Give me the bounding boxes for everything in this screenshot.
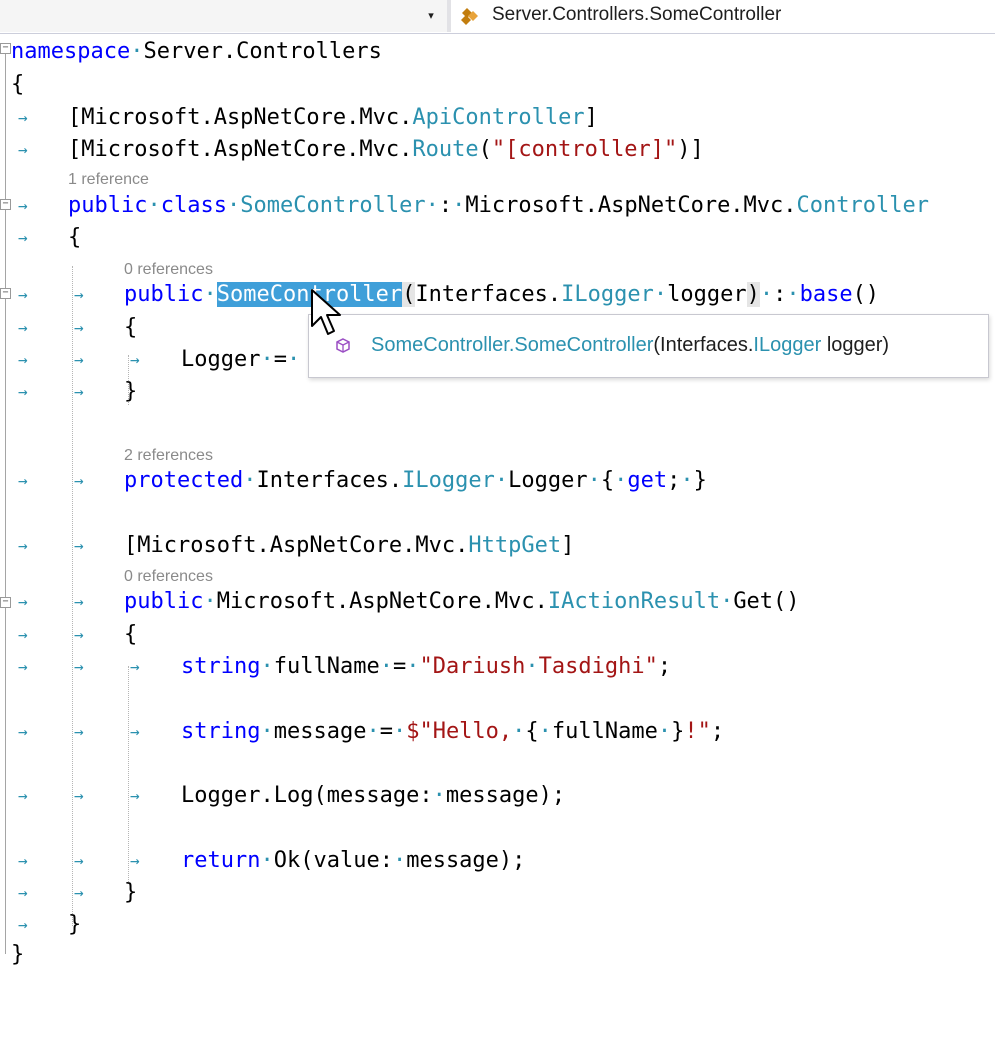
- code-line[interactable]: → → → Logger.Log(message:·message);: [0, 780, 565, 812]
- codelens-references[interactable]: 2 references: [124, 446, 213, 466]
- code-line[interactable]: → → public·Microsoft.AspNetCore.Mvc.IActi…: [0, 586, 800, 618]
- type-path-label[interactable]: Server.Controllers.SomeController: [492, 4, 781, 26]
- code-line[interactable]: → → → return·Ok(value:·message);: [0, 845, 525, 877]
- code-line[interactable]: {: [0, 69, 53, 101]
- code-line[interactable]: }: [0, 939, 53, 971]
- quick-info-tooltip[interactable]: SomeController.SomeController(Interfaces…: [308, 314, 989, 378]
- navigation-bar: ▾ Server.Controllers.SomeController: [0, 0, 995, 34]
- code-editor[interactable]: − − − − namespace·Server.Controllers { →…: [0, 34, 995, 972]
- code-line[interactable]: → → → Logger·=·: [0, 344, 300, 376]
- code-line[interactable]: → → [Microsoft.AspNetCore.Mvc.HttpGet]: [0, 530, 574, 562]
- class-icon: [461, 8, 478, 25]
- code-line[interactable]: → → {: [0, 619, 137, 651]
- code-line[interactable]: → {: [0, 222, 81, 254]
- code-line[interactable]: → → }: [0, 877, 137, 909]
- indent-guide: [128, 666, 129, 884]
- code-line[interactable]: → → }: [0, 376, 137, 408]
- codelens-references[interactable]: 0 references: [124, 567, 213, 587]
- code-line[interactable]: → → protected·Interfaces.ILogger·Logger·{…: [0, 465, 707, 497]
- mouse-pointer-icon: [311, 289, 341, 335]
- indent-guide: [72, 266, 73, 926]
- code-line[interactable]: → }: [0, 909, 81, 941]
- quick-info-signature: SomeController.SomeController(Interfaces…: [371, 334, 890, 356]
- code-line[interactable]: namespace·Server.Controllers: [0, 36, 382, 68]
- chevron-down-icon[interactable]: ▾: [425, 10, 437, 22]
- member-dropdown[interactable]: ▾: [0, 0, 447, 32]
- code-line[interactable]: → → → string·fullName·=·"Dariush·Tasdighi"…: [0, 651, 671, 683]
- code-line[interactable]: → [Microsoft.AspNetCore.Mvc.Route("[cont…: [0, 134, 704, 166]
- code-line[interactable]: → → public·SomeController(Interfaces.ILog…: [0, 279, 879, 311]
- code-line[interactable]: → → {: [0, 312, 137, 344]
- code-line[interactable]: → public·class·SomeController·:·Microsof…: [0, 190, 929, 222]
- codelens-references[interactable]: 1 reference: [68, 170, 149, 190]
- code-line[interactable]: → [Microsoft.AspNetCore.Mvc.ApiControlle…: [0, 102, 598, 134]
- codelens-references[interactable]: 0 references: [124, 260, 213, 280]
- code-line[interactable]: → → → string·message·=·$"Hello,·{·fullName…: [0, 716, 724, 748]
